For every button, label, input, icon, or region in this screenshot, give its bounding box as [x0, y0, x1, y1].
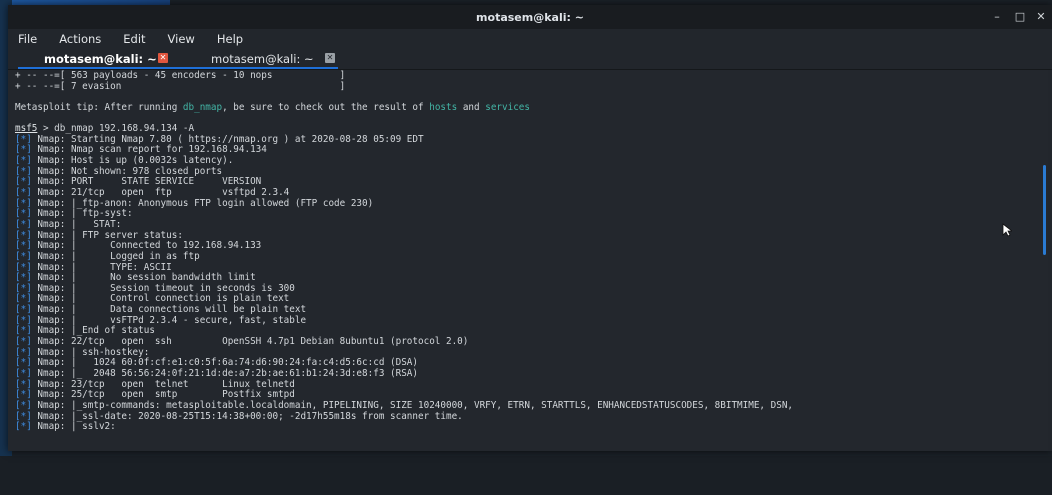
status-tag: [*] [15, 421, 32, 433]
tab-label: motasem@kali: ~ [44, 52, 157, 66]
output-text: Nmap: | FTP server status: [31, 229, 183, 241]
output-text: Nmap: 22/tcp open ssh OpenSSH 4.7p1 Debi… [31, 336, 469, 348]
status-tag: [*] [15, 155, 32, 167]
status-tag: [*] [15, 367, 32, 379]
terminal-output[interactable]: + -- --=[ 563 payloads - 45 encoders - 1… [8, 70, 1048, 451]
status-tag: [*] [15, 378, 32, 390]
output-text: Nmap: Nmap scan report for 192.168.94.13… [31, 144, 267, 156]
menu-actions[interactable]: Actions [55, 32, 105, 46]
status-tag: [*] [15, 176, 32, 188]
output-text: Nmap: |_End of status [31, 325, 155, 337]
output-text: Nmap: PORT STATE SERVICE VERSION [31, 176, 262, 188]
status-tag: [*] [15, 336, 32, 348]
output-text: Nmap: | TYPE: ASCII [31, 261, 172, 273]
status-tag: [*] [15, 346, 32, 358]
status-tag: [*] [15, 197, 32, 209]
output-text: Nmap: | No session bandwidth limit [31, 272, 256, 284]
tab-terminal-2[interactable]: motasem@kali: ~ ✕ [185, 49, 505, 69]
mouse-pointer-icon [1002, 223, 1012, 237]
tip-text: , be sure to check out the result of [222, 101, 430, 113]
status-tag: [*] [15, 357, 32, 369]
status-tag: [*] [15, 272, 32, 284]
status-tag: [*] [15, 240, 32, 252]
output-text: Nmap: |_smtp-commands: metasploitable.lo… [31, 399, 794, 411]
nmap-output-line: [*] Nmap: | ftp-syst: [15, 209, 793, 220]
msf-prompt: msf5 [15, 123, 38, 135]
output-text: Nmap: | Logged in as ftp [31, 250, 200, 262]
menu-bar: File Actions Edit View Help [8, 29, 1052, 49]
status-tag: [*] [15, 293, 32, 305]
output-text: Nmap: | vsFTPd 2.3.4 - secure, fast, sta… [31, 314, 307, 326]
banner-line: + -- --=[ 7 evasion ] [15, 80, 346, 92]
output-text: Nmap: Host is up (0.0032s latency). [31, 155, 234, 167]
menu-view[interactable]: View [164, 32, 199, 46]
tip-command: hosts [429, 101, 458, 113]
menu-help[interactable]: Help [213, 32, 247, 46]
status-tag: [*] [15, 389, 32, 401]
output-text: Nmap: | sslv2: [31, 421, 116, 433]
tab-label: motasem@kali: ~ [211, 52, 314, 66]
output-text: Nmap: 23/tcp open telnet Linux telnetd [31, 378, 295, 390]
tip-text: and [457, 101, 486, 113]
output-text: Nmap: 21/tcp open ftp vsftpd 2.3.4 [31, 187, 290, 199]
output-text: Nmap: | ftp-syst: [31, 208, 133, 220]
status-tag: [*] [15, 325, 32, 337]
output-text: Nmap: |_ssl-date: 2020-08-25T15:14:38+00… [31, 410, 463, 422]
output-text: Nmap: Not shown: 978 closed ports [31, 165, 223, 177]
status-tag: [*] [15, 144, 32, 156]
terminal-window: motasem@kali: ~ – □ ✕ File Actions Edit … [8, 5, 1052, 451]
status-tag: [*] [15, 304, 32, 316]
output-text: Nmap: | STAT: [31, 218, 122, 230]
tip-text: Metasploit tip: After running [15, 101, 183, 113]
terminal-lines: + -- --=[ 563 payloads - 45 encoders - 1… [15, 70, 794, 433]
status-tag: [*] [15, 187, 32, 199]
output-text: Nmap: | 1024 60:0f:cf:e1:c0:5f:6a:74:d6:… [31, 357, 419, 369]
tip-command: db_nmap [182, 101, 223, 113]
nmap-output-line: [*] Nmap: |_ssl-date: 2020-08-25T15:14:3… [15, 410, 793, 423]
menu-edit[interactable]: Edit [119, 32, 149, 46]
output-text: Nmap: |_ftp-anon: Anonymous FTP login al… [31, 197, 374, 209]
status-tag: [*] [15, 410, 32, 422]
status-tag: [*] [15, 399, 32, 411]
output-text: Nmap: | Data connections will be plain t… [31, 304, 307, 316]
close-window-icon[interactable]: ✕ [1034, 10, 1048, 24]
menu-file[interactable]: File [14, 32, 41, 46]
output-text: Nmap: | Connected to 192.168.94.133 [31, 240, 262, 252]
close-tab-icon[interactable]: ✕ [158, 53, 168, 63]
status-tag: [*] [15, 208, 32, 220]
window-title: motasem@kali: ~ [476, 11, 584, 24]
output-text: Nmap: | ssh-hostkey: [31, 346, 150, 358]
status-tag: [*] [15, 261, 32, 273]
tip-command: services [485, 101, 530, 113]
status-tag: [*] [15, 218, 32, 230]
status-tag: [*] [15, 314, 32, 326]
command-text: > db_nmap 192.168.94.134 -A [37, 123, 195, 135]
output-text: Nmap: | Control connection is plain text [31, 293, 290, 305]
tip-line: Metasploit tip: After running db_nmap, b… [15, 101, 793, 114]
tab-bar: motasem@kali: ~ ✕ motasem@kali: ~ ✕ [8, 49, 1052, 70]
status-tag: [*] [15, 229, 32, 241]
minimize-icon[interactable]: – [990, 10, 1004, 24]
output-text: Nmap: 25/tcp open smtp Postfix smtpd [31, 389, 295, 401]
status-tag: [*] [15, 250, 32, 262]
status-tag: [*] [15, 133, 32, 145]
close-tab-icon[interactable]: ✕ [325, 53, 335, 63]
nmap-output-line: [*] Nmap: | sslv2: [15, 421, 793, 433]
status-tag: [*] [15, 165, 32, 177]
title-bar: motasem@kali: ~ – □ ✕ [8, 5, 1052, 29]
desktop-bottom [0, 456, 1052, 495]
status-tag: [*] [15, 282, 32, 294]
output-text: Nmap: | Session timeout in seconds is 30… [31, 282, 295, 294]
scrollbar[interactable] [1043, 165, 1046, 255]
output-text: Nmap: Starting Nmap 7.80 ( https://nmap.… [31, 133, 424, 145]
output-text: Nmap: |_ 2048 56:56:24:0f:21:1d:de:a7:2b… [31, 367, 419, 379]
maximize-icon[interactable]: □ [1013, 10, 1027, 24]
